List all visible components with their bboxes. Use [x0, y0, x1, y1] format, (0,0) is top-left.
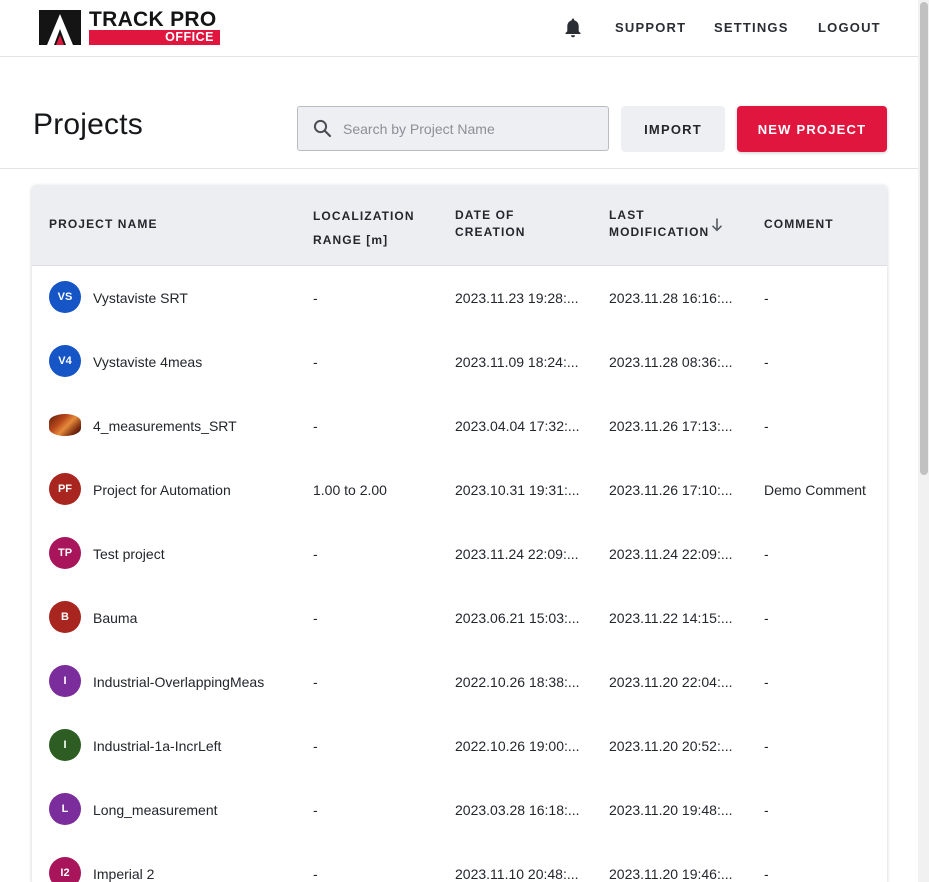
localization-range-cell: - [313, 866, 318, 882]
date-created-cell: 2023.03.28 16:18:... [455, 802, 580, 818]
comment-cell: - [764, 866, 769, 882]
last-modified-cell: 2023.11.28 08:36:... [609, 354, 733, 370]
project-name-link[interactable]: Bauma [93, 609, 137, 627]
table-row[interactable]: I Industrial-1a-IncrLeft - 2022.10.26 19:00… [32, 714, 887, 778]
search-box[interactable] [297, 106, 609, 151]
arrow-down-icon[interactable] [710, 217, 724, 233]
last-modified-cell: 2023.11.24 22:09:... [609, 546, 733, 562]
project-avatar: I [49, 665, 81, 697]
project-avatar: V4 [49, 345, 81, 377]
column-header-project-name[interactable]: PROJECT NAME [49, 216, 158, 233]
date-created-cell: 2023.11.09 18:24:... [455, 354, 579, 370]
project-avatar: L [49, 793, 81, 825]
comment-cell: - [764, 354, 769, 370]
page-title: Projects [33, 108, 143, 141]
search-input[interactable] [343, 107, 598, 150]
localization-range-cell: - [313, 738, 318, 754]
table-row[interactable]: TP Test project - 2023.11.24 22:09:... 2023.… [32, 522, 887, 586]
table-row[interactable]: I Industrial-OverlappingMeas - 2022.10.26 1… [32, 650, 887, 714]
localization-range-cell: - [313, 418, 318, 434]
table-row[interactable]: I2 Imperial 2 - 2023.11.10 20:48:... 2023.11… [32, 842, 887, 882]
project-avatar: I [49, 729, 81, 761]
comment-cell: - [764, 610, 769, 626]
project-avatar: B [49, 601, 81, 633]
column-header-localization-range[interactable]: LOCALIZATION RANGE [m] [313, 204, 415, 252]
localization-range-cell: - [313, 290, 318, 306]
last-modified-cell: 2023.11.26 17:13:... [609, 418, 733, 434]
last-modified-cell: 2023.11.20 20:52:... [609, 738, 733, 754]
project-name-link[interactable]: Imperial 2 [93, 865, 154, 882]
project-name-link[interactable]: Project for Automation [93, 481, 231, 499]
date-created-cell: 2023.11.23 19:28:... [455, 290, 579, 306]
localization-range-cell: - [313, 610, 318, 626]
brand-sub: OFFICE [89, 30, 220, 45]
top-navbar: TRACK PRO OFFICE SUPPORT SETTINGS LOGOUT [0, 0, 918, 57]
comment-cell: - [764, 418, 769, 434]
project-name-link[interactable]: Long_measurement [93, 801, 218, 819]
last-modified-cell: 2023.11.26 17:10:... [609, 482, 733, 498]
last-modified-cell: 2023.11.28 16:16:... [609, 290, 733, 306]
project-avatar: VS [49, 281, 81, 313]
projects-table: PROJECT NAME LOCALIZATION RANGE [m] DATE… [32, 185, 887, 882]
table-row[interactable]: VS Vystaviste SRT - 2023.11.23 19:28:... 202… [32, 266, 887, 330]
project-name-link[interactable]: 4_measurements_SRT [93, 417, 237, 435]
last-modified-cell: 2023.11.20 19:46:... [609, 866, 733, 882]
import-button[interactable]: IMPORT [621, 106, 725, 152]
project-name-link[interactable]: Vystaviste 4meas [93, 353, 202, 371]
track-pro-logo[interactable]: TRACK PRO OFFICE [39, 8, 221, 45]
last-modified-cell: 2023.11.20 19:48:... [609, 802, 733, 818]
date-created-cell: 2023.10.31 19:31:... [455, 482, 580, 498]
nav-settings-link[interactable]: SETTINGS [714, 20, 789, 36]
last-modified-cell: 2023.11.22 14:15:... [609, 610, 733, 626]
project-name-link[interactable]: Industrial-OverlappingMeas [93, 673, 264, 691]
logo-mark-icon [39, 10, 81, 45]
page-scrollbar[interactable] [918, 0, 929, 882]
project-avatar: PF [49, 473, 81, 505]
date-created-cell: 2023.11.10 20:48:... [455, 866, 579, 882]
project-thumbnail-image [49, 414, 81, 436]
localization-range-cell: - [313, 354, 318, 370]
column-header-comment[interactable]: COMMENT [764, 216, 834, 233]
date-created-cell: 2023.06.21 15:03:... [455, 610, 580, 626]
notification-bell-icon[interactable] [563, 17, 583, 39]
project-avatar: TP [49, 537, 81, 569]
comment-cell: - [764, 674, 769, 690]
project-name-link[interactable]: Test project [93, 545, 165, 563]
comment-cell: - [764, 546, 769, 562]
page-header: Projects IMPORT NEW PROJECT [0, 57, 918, 169]
date-created-cell: 2022.10.26 19:00:... [455, 738, 580, 754]
table-row[interactable]: V4 Vystaviste 4meas - 2023.11.09 18:24:... 2… [32, 330, 887, 394]
comment-cell: - [764, 290, 769, 306]
search-icon [313, 119, 332, 138]
comment-cell: - [764, 802, 769, 818]
table-row[interactable]: 4_measurements_SRT - 2023.04.04 17:32:... 2… [32, 394, 887, 458]
localization-range-cell: - [313, 546, 318, 562]
nav-support-link[interactable]: SUPPORT [615, 20, 686, 36]
scrollbar-thumb[interactable] [920, 2, 928, 475]
table-row[interactable]: PF Project for Automation 1.00 to 2.00 2023… [32, 458, 887, 522]
brand-name: TRACK PRO [89, 8, 217, 31]
localization-range-cell: - [313, 674, 318, 690]
localization-range-cell: 1.00 to 2.00 [313, 482, 387, 498]
project-name-link[interactable]: Vystaviste SRT [93, 289, 188, 307]
localization-range-cell: - [313, 802, 318, 818]
column-header-date-of-creation[interactable]: DATE OF CREATION [455, 207, 526, 241]
project-name-link[interactable]: Industrial-1a-IncrLeft [93, 737, 221, 755]
date-created-cell: 2022.10.26 18:38:... [455, 674, 580, 690]
new-project-button[interactable]: NEW PROJECT [737, 106, 887, 152]
table-row[interactable]: L Long_measurement - 2023.03.28 16:18:... 20… [32, 778, 887, 842]
date-created-cell: 2023.11.24 22:09:... [455, 546, 579, 562]
nav-logout-link[interactable]: LOGOUT [818, 20, 881, 36]
table-header: PROJECT NAME LOCALIZATION RANGE [m] DATE… [32, 185, 887, 266]
project-avatar: I2 [49, 857, 81, 882]
last-modified-cell: 2023.11.20 22:04:... [609, 674, 733, 690]
date-created-cell: 2023.04.04 17:32:... [455, 418, 580, 434]
comment-cell: - [764, 738, 769, 754]
table-row[interactable]: B Bauma - 2023.06.21 15:03:... 2023.11.22 14… [32, 586, 887, 650]
column-header-last-modification[interactable]: LAST MODIFICATION [609, 207, 709, 241]
comment-cell: Demo Comment [764, 482, 866, 498]
